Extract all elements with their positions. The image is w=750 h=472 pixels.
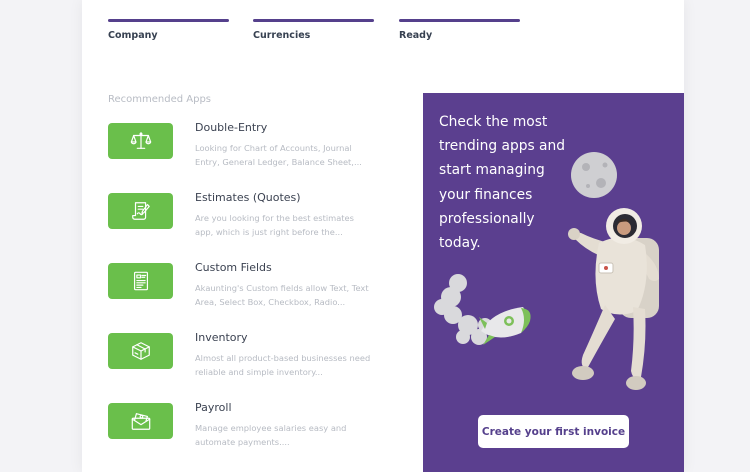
onboarding-card: Company Currencies Ready Recommended App… <box>82 0 684 472</box>
app-name[interactable]: Estimates (Quotes) <box>195 191 301 204</box>
wizard-steps: Company Currencies Ready <box>108 19 528 49</box>
step-progress-bar <box>108 19 229 22</box>
create-first-invoice-button[interactable]: Create your first invoice <box>478 415 629 448</box>
box-icon <box>131 342 150 360</box>
smoke-trail <box>434 274 492 345</box>
app-name[interactable]: Inventory <box>195 331 248 344</box>
app-description: Almost all product-based businesses need… <box>195 353 371 377</box>
app-tile[interactable] <box>108 403 173 439</box>
app-item-inventory[interactable]: Inventory Almost all product-based busin… <box>108 331 378 383</box>
app-description: Akaunting's Custom fields allow Text, Te… <box>195 283 369 307</box>
step-ready[interactable]: Ready <box>399 19 520 41</box>
app-item-double-entry[interactable]: Double-Entry Looking for Chart of Accoun… <box>108 121 378 173</box>
step-company[interactable]: Company <box>108 19 229 41</box>
app-name[interactable]: Double-Entry <box>195 121 267 134</box>
app-description: Are you looking for the best estimates a… <box>195 213 354 237</box>
step-progress-bar <box>399 19 520 22</box>
promo-text: Check the most trending apps and start m… <box>439 114 565 252</box>
app-tile[interactable] <box>108 263 173 299</box>
moon-icon <box>571 152 617 198</box>
app-description: Looking for Chart of Accounts, Journal E… <box>195 143 362 167</box>
document-sign-icon <box>131 202 150 220</box>
promo-panel: Check the most trending apps and start m… <box>423 93 684 472</box>
app-item-estimates[interactable]: Estimates (Quotes) Are you looking for t… <box>108 191 378 243</box>
step-currencies[interactable]: Currencies <box>253 19 374 41</box>
step-label: Currencies <box>253 30 311 41</box>
app-item-payroll[interactable]: Payroll Manage employee salaries easy an… <box>108 401 378 453</box>
form-icon <box>133 271 148 291</box>
scales-icon <box>130 132 151 149</box>
step-progress-bar <box>253 19 374 22</box>
recommended-apps-title: Recommended Apps <box>108 94 212 105</box>
app-tile[interactable] <box>108 123 173 159</box>
step-label: Company <box>108 30 158 41</box>
app-tile[interactable] <box>108 193 173 229</box>
astronaut-figure <box>568 208 659 390</box>
step-label: Ready <box>399 30 433 41</box>
rocket-icon <box>479 307 531 345</box>
app-name[interactable]: Custom Fields <box>195 261 272 274</box>
app-item-custom-fields[interactable]: Custom Fields Akaunting's Custom fields … <box>108 261 378 313</box>
app-tile[interactable] <box>108 333 173 369</box>
app-name[interactable]: Payroll <box>195 401 232 414</box>
envelope-money-icon <box>131 413 150 430</box>
app-description: Manage employee salaries easy and automa… <box>195 423 347 447</box>
